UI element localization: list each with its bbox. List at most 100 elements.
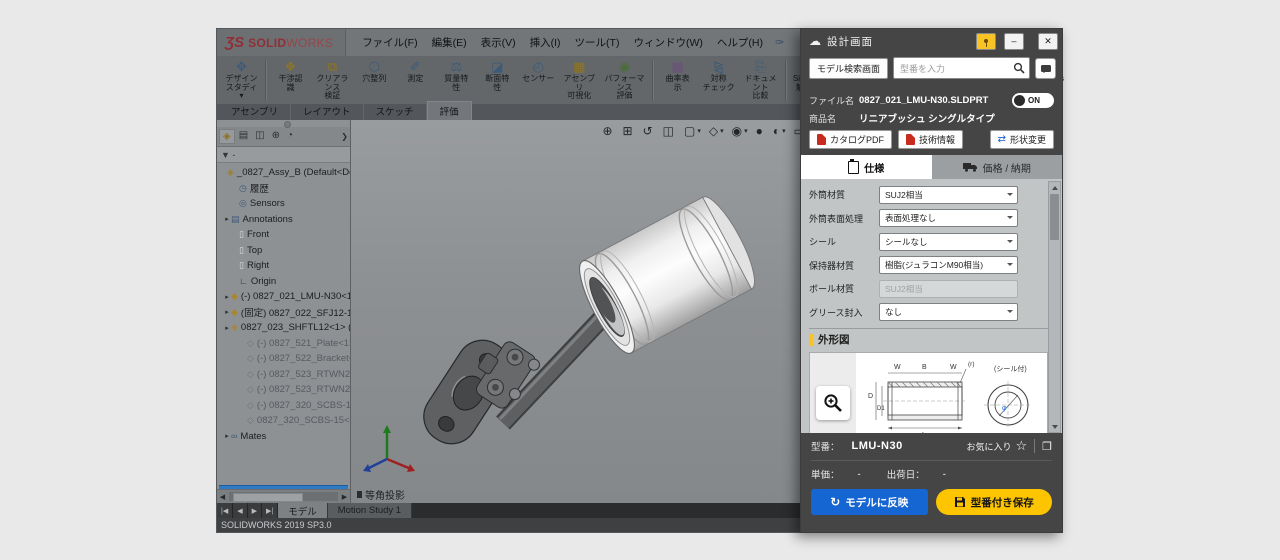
ribbon-button[interactable]	[785, 61, 787, 101]
scrollbar-thumb[interactable]	[233, 493, 303, 502]
ribbon-button[interactable]: ✥ デザイン スタディ ▾	[221, 59, 262, 103]
ribbon-button[interactable]: ⎘ ドキュメント 比較	[739, 59, 782, 103]
spec-select[interactable]: SUJ2相当	[879, 186, 1018, 204]
tree-filter-row[interactable]: ▼ -	[217, 147, 350, 163]
ribbon-button[interactable]: ❖ 干渉認 識	[270, 59, 311, 103]
tree-item[interactable]: ◎ Sensors	[217, 196, 350, 212]
tab-spec[interactable]: 仕様	[801, 155, 932, 179]
scrollbar-thumb[interactable]	[1050, 194, 1059, 240]
tree-item[interactable]: ◷ 履歴	[217, 181, 350, 197]
tree-item[interactable]: ◇ (-) 0827_522_Bracket<1> (Default)	[217, 351, 350, 367]
commandmanager-tab[interactable]: スケッチ	[364, 102, 427, 120]
commandmanager-tab[interactable]: アセンブリ	[219, 102, 291, 120]
menu-item[interactable]: ツール(T)	[569, 32, 626, 53]
spec-select[interactable]: シールなし	[879, 233, 1018, 251]
panel-splitter-grip[interactable]	[284, 121, 291, 128]
menu-item[interactable]: 表示(V)	[475, 32, 522, 53]
tree-item[interactable]: ▯ Front	[217, 227, 350, 243]
ribbon-button[interactable]: ⚖ 質量特 性	[436, 59, 477, 103]
dropdown-caret-icon[interactable]: ▾	[697, 127, 701, 135]
part-number-input[interactable]: 型番を入力	[893, 57, 1030, 79]
featuremanager-tab-icon[interactable]: ⊕	[269, 129, 283, 144]
expand-arrow-icon[interactable]: ▸	[223, 432, 231, 440]
dropdown-caret-icon[interactable]: ▾	[782, 127, 786, 135]
menu-item[interactable]: ウィンドウ(W)	[627, 32, 708, 53]
ribbon-button[interactable]: ⧎ 対称 チェック	[698, 59, 739, 103]
tech-info-button[interactable]: 技術情報	[898, 130, 963, 149]
ribbon-button[interactable]: ◪ 断面特 性	[477, 59, 518, 103]
comment-button[interactable]	[1035, 58, 1056, 79]
spec-select[interactable]: 樹脂(ジュラコンM90相当)	[879, 256, 1018, 274]
tree-item[interactable]: ◇ (-) 0827_523_RTWN21<2> (Defaul	[217, 382, 350, 398]
close-button[interactable]: ✕	[1038, 33, 1058, 50]
tree-item[interactable]: ◇ (-) 0827_320_SCBS-15<1> (Default	[217, 398, 350, 414]
drawing-zoom-button[interactable]	[816, 386, 850, 420]
spec-select[interactable]: 表面処理なし	[879, 209, 1018, 227]
ribbon-button[interactable]: ⧉ クリアランス 検証	[311, 59, 354, 103]
search-icon[interactable]	[1013, 62, 1025, 74]
viewport-tool-button[interactable]: ◫	[663, 124, 676, 138]
catalog-pdf-button[interactable]: カタログPDF	[809, 130, 892, 149]
viewport-tool-button[interactable]: ⊕	[602, 124, 614, 138]
featuremanager-tab-icon[interactable]: ◫	[252, 129, 267, 144]
tree-horizontal-scrollbar[interactable]: ◀ ▶	[217, 489, 350, 503]
spec-select[interactable]: なし	[879, 303, 1018, 321]
ribbon-button[interactable]: ◉ パフォーマンス 評価	[600, 59, 649, 103]
document-tab[interactable]: Motion Study 1	[328, 503, 412, 518]
pin-button[interactable]	[976, 33, 996, 50]
tab-nav-button[interactable]: |◀	[217, 503, 233, 518]
tab-nav-button[interactable]: ▶|	[262, 503, 278, 518]
menu-item[interactable]: ヘルプ(H)	[711, 32, 769, 53]
ribbon-button[interactable]	[652, 61, 654, 101]
model-search-button[interactable]: モデル検索画面	[809, 58, 888, 79]
link-toggle[interactable]: ON	[1012, 93, 1054, 108]
ribbon-button[interactable]: ▩ 曲率表 示	[657, 59, 698, 103]
featuremanager-tab-icon[interactable]: ◔	[284, 129, 296, 144]
document-tab[interactable]: モデル	[278, 503, 328, 518]
tree-item[interactable]: ◈ _0827_Assy_B (Default<Default_Displa	[217, 165, 350, 181]
viewport-tool-button[interactable]: ◉▾	[732, 124, 748, 138]
tree-item[interactable]: ◇ (-) 0827_521_Plate<1> (Default)	[217, 336, 350, 352]
featuremanager-tab-icon[interactable]: ◈	[219, 129, 235, 144]
pin-menu-icon[interactable]: ✑	[775, 36, 784, 49]
ribbon-button[interactable]	[265, 61, 267, 101]
tree-item[interactable]: ◇ 0827_320_SCBS-15<2> (Default)	[217, 413, 350, 429]
tree-item[interactable]: ∟ Origin	[217, 274, 350, 290]
commandmanager-tab[interactable]: 評価	[427, 101, 472, 120]
tab-overflow-icon[interactable]: ❯	[341, 132, 348, 141]
menu-item[interactable]: ファイル(F)	[356, 32, 423, 53]
shape-change-button[interactable]: ⇄形状変更	[990, 130, 1054, 149]
tab-nav-button[interactable]: ▶	[248, 503, 262, 518]
scroll-right-icon[interactable]: ▶	[339, 493, 350, 501]
expand-arrow-icon[interactable]: ▸	[223, 324, 231, 332]
expand-arrow-icon[interactable]: ▸	[223, 215, 231, 223]
commandmanager-tab[interactable]: レイアウト	[291, 102, 364, 120]
scroll-left-icon[interactable]: ◀	[217, 493, 228, 501]
spec-select[interactable]: SUJ2相当	[879, 280, 1018, 298]
favorite-button[interactable]: お気に入り ☆	[966, 438, 1027, 454]
viewport-tool-button[interactable]: ◐▾	[773, 124, 786, 138]
tree-item[interactable]: ▸ ◆ (固定) 0827_022_SFJ12-140<1> (D	[217, 305, 350, 321]
expand-arrow-icon[interactable]: ▸	[223, 308, 231, 316]
tree-item[interactable]: ▯ Right	[217, 258, 350, 274]
apply-to-model-button[interactable]: ↻ モデルに反映	[811, 489, 928, 515]
tab-nav-button[interactable]: ◀	[233, 503, 247, 518]
ribbon-button[interactable]: ◴ センサー	[518, 59, 559, 103]
tab-price-delivery[interactable]: 価格 / 納期	[932, 155, 1063, 179]
ribbon-button[interactable]: ⬡ 穴整列	[354, 59, 395, 103]
viewport-tool-button[interactable]: ↺	[643, 124, 655, 138]
scroll-up-icon[interactable]	[1050, 182, 1059, 192]
viewport-tool-button[interactable]: ⊞	[623, 124, 635, 138]
tree-item[interactable]: ▸ ◆ (-) 0827_021_LMU-N30<1> (Defau	[217, 289, 350, 305]
menu-item[interactable]: 編集(E)	[426, 32, 473, 53]
dropdown-caret-icon[interactable]: ▾	[720, 127, 724, 135]
tree-item[interactable]: ▯ Top	[217, 243, 350, 259]
tree-item[interactable]: ▸ ∞ Mates	[217, 429, 350, 445]
ribbon-button[interactable]: ▦ アセンブリ 可視化	[559, 59, 600, 103]
tree-item[interactable]: ▸ ◈ 0827_023_SHFTL12<1> (Default<	[217, 320, 350, 336]
copy-button[interactable]: ❐	[1042, 440, 1052, 453]
viewport-tool-button[interactable]: ▢▾	[684, 124, 701, 138]
tree-item[interactable]: ◇ (-) 0827_523_RTWN21<1> (Defaul	[217, 367, 350, 383]
expand-arrow-icon[interactable]: ▸	[223, 293, 231, 301]
form-vertical-scrollbar[interactable]	[1048, 181, 1061, 433]
